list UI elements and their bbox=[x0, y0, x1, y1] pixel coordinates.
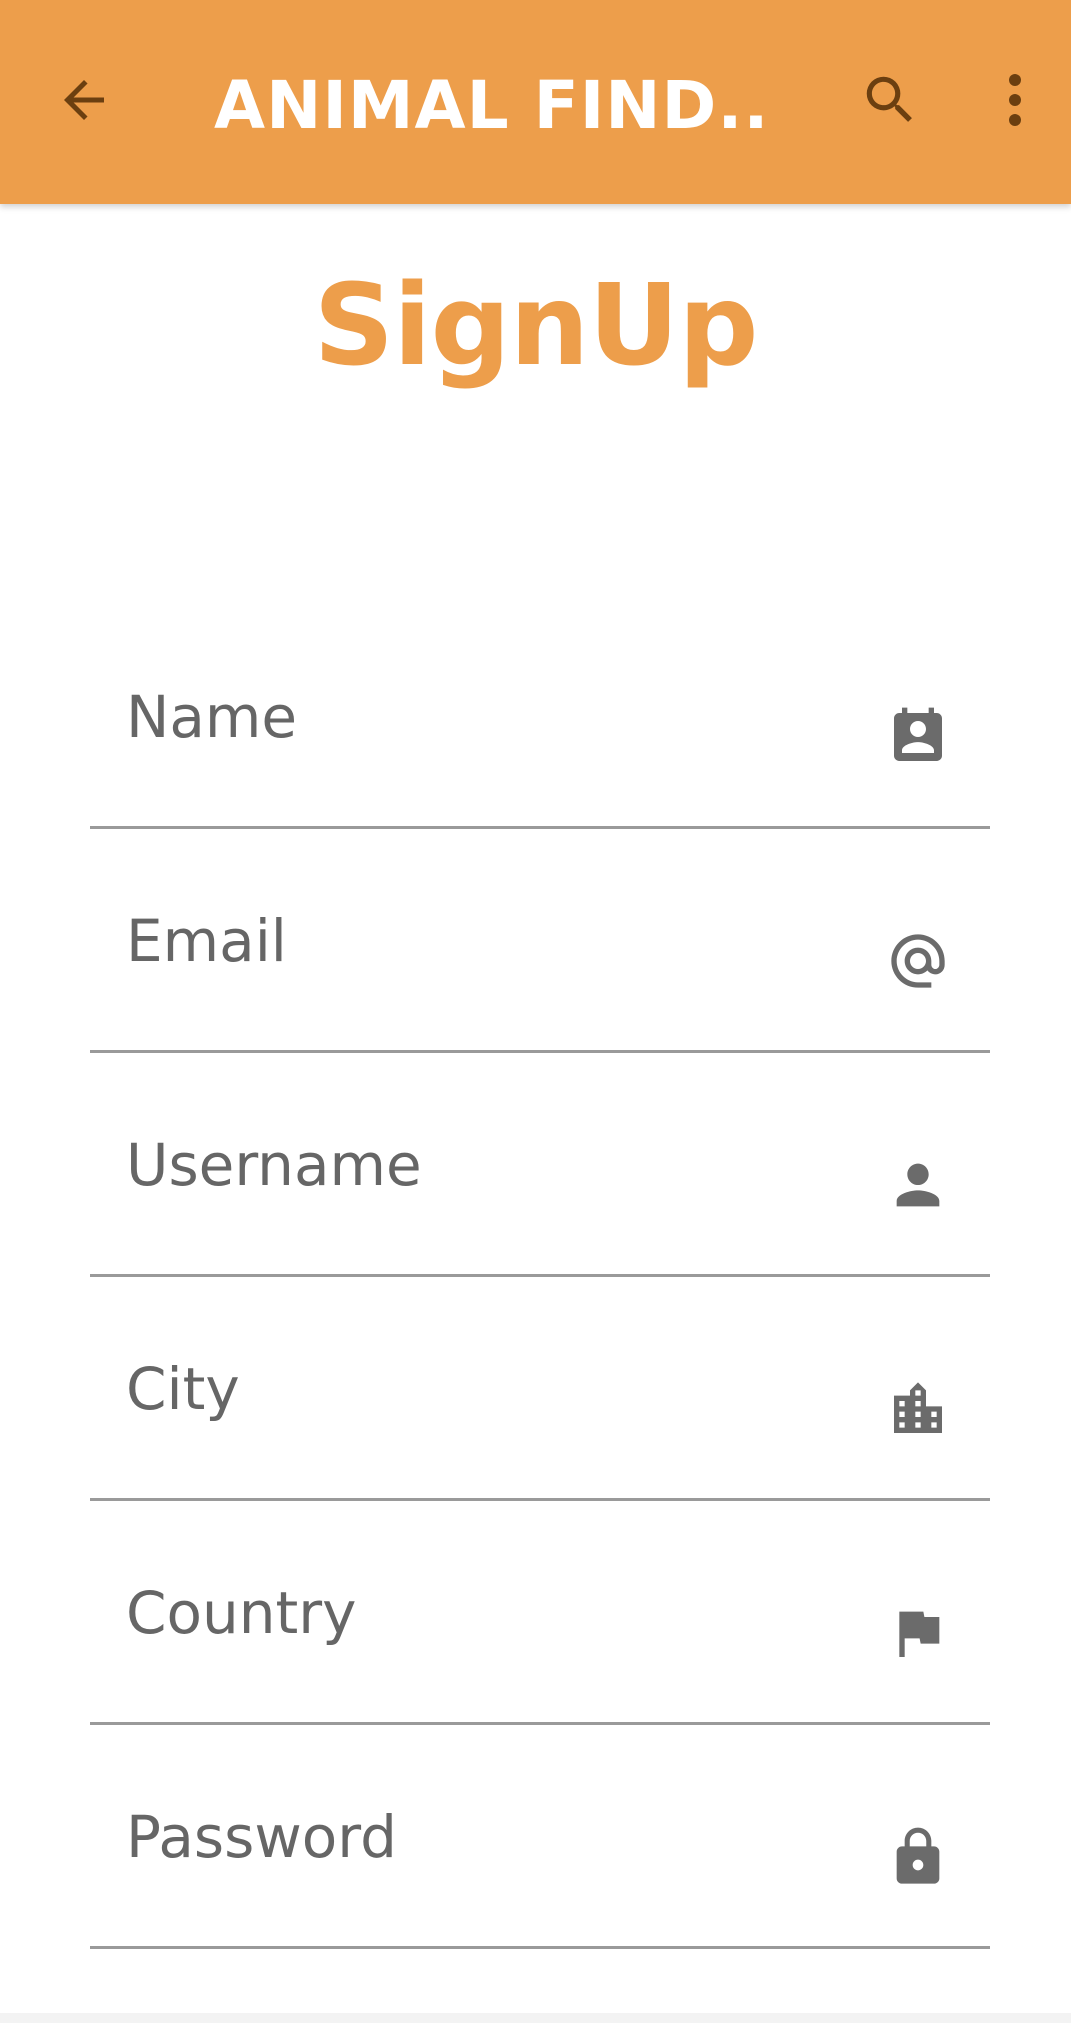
name-field[interactable]: Name bbox=[90, 605, 990, 829]
back-button[interactable] bbox=[40, 62, 128, 142]
email-field-label: Email bbox=[126, 907, 287, 975]
page-title: SignUp bbox=[313, 261, 758, 391]
person-icon bbox=[886, 1153, 950, 1217]
more-vert-icon bbox=[1005, 72, 1025, 133]
country-field-label: Country bbox=[126, 1579, 357, 1647]
password-field[interactable]: Password bbox=[90, 1725, 990, 1949]
flag-icon bbox=[886, 1601, 950, 1665]
signup-screen: ANIMAL FIND... SignUp Name Email Usernam… bbox=[0, 0, 1071, 2013]
password-field-label: Password bbox=[126, 1803, 397, 1871]
country-field[interactable]: Country bbox=[90, 1501, 990, 1725]
app-bar: ANIMAL FIND... bbox=[0, 0, 1071, 204]
name-field-label: Name bbox=[126, 683, 298, 751]
search-icon bbox=[859, 69, 921, 136]
contact-badge-icon bbox=[886, 705, 950, 769]
lock-icon bbox=[886, 1825, 950, 1889]
email-field[interactable]: Email bbox=[90, 829, 990, 1053]
at-sign-icon bbox=[886, 929, 950, 993]
app-title: ANIMAL FIND... bbox=[214, 67, 774, 144]
city-field[interactable]: City bbox=[90, 1277, 990, 1501]
location-city-icon bbox=[886, 1377, 950, 1441]
city-field-label: City bbox=[126, 1355, 240, 1423]
more-options-button[interactable] bbox=[990, 62, 1040, 142]
arrow-back-icon bbox=[54, 70, 114, 135]
username-field-label: Username bbox=[126, 1131, 422, 1199]
username-field[interactable]: Username bbox=[90, 1053, 990, 1277]
search-button[interactable] bbox=[846, 62, 934, 142]
